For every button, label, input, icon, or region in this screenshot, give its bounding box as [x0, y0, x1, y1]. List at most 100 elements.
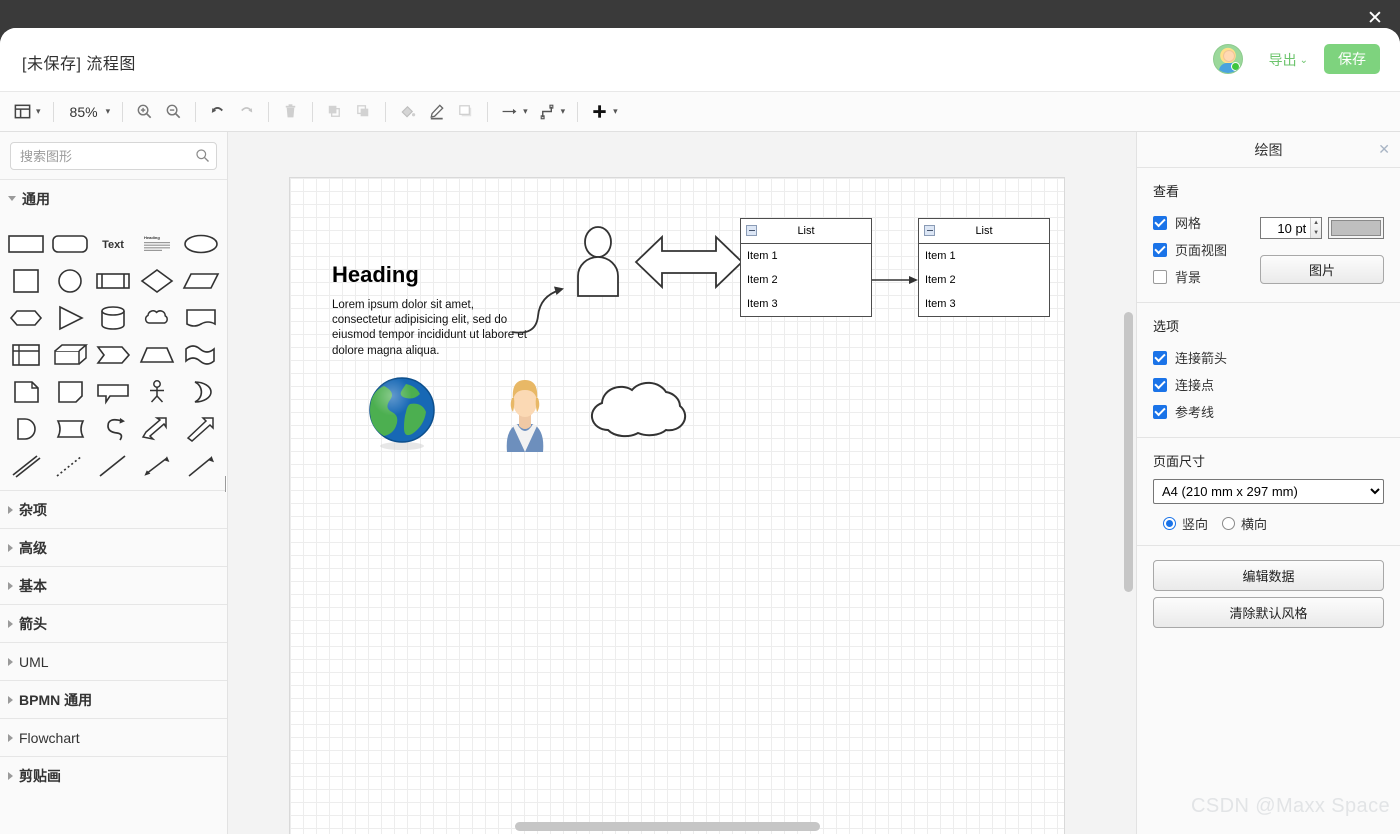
shape-directional-arrow[interactable] — [179, 447, 223, 484]
shape-tape[interactable] — [179, 336, 223, 373]
grid-size-input[interactable] — [1261, 218, 1311, 238]
list-header[interactable]: List — [919, 219, 1049, 244]
waypoints-button[interactable]: ▾ — [533, 98, 571, 126]
collapse-icon[interactable] — [746, 225, 757, 236]
shape-data-storage[interactable] — [4, 410, 48, 447]
insert-button[interactable]: ▾ — [585, 98, 623, 126]
background-checkbox-row[interactable]: 背景 — [1153, 263, 1252, 290]
shape-process[interactable] — [92, 262, 136, 299]
list-item[interactable]: Item 3 — [741, 292, 871, 316]
pageview-checkbox-row[interactable]: 页面视图 — [1153, 236, 1252, 263]
list-header[interactable]: List — [741, 219, 871, 244]
arrow-style-button[interactable]: ▾ — [495, 98, 533, 126]
list-connector-arrow[interactable] — [872, 273, 920, 287]
shape-rounded-rectangle[interactable] — [48, 225, 92, 262]
delete-button[interactable] — [276, 98, 305, 126]
list-item[interactable]: Item 3 — [919, 292, 1049, 316]
background-image-button[interactable]: 图片 — [1260, 255, 1384, 284]
sidebar-item-clipart[interactable]: 剪贴画 — [0, 756, 227, 794]
shape-dotted-line[interactable] — [48, 447, 92, 484]
actor-shape[interactable] — [574, 226, 622, 298]
pageview-checkbox[interactable] — [1153, 242, 1167, 257]
list-item[interactable]: Item 1 — [919, 244, 1049, 268]
shape-plain-line[interactable] — [92, 447, 136, 484]
grid-checkbox-row[interactable]: 网格 — [1153, 209, 1252, 236]
shape-double-line[interactable] — [4, 447, 48, 484]
diagram-heading[interactable]: Heading — [332, 262, 419, 288]
export-button[interactable]: 导出 ⌄ — [1269, 50, 1308, 70]
sidebar-item-advanced[interactable]: 高级 — [0, 528, 227, 566]
send-to-back-button[interactable] — [349, 98, 378, 126]
collapse-icon[interactable] — [924, 225, 935, 236]
landscape-radio-row[interactable]: 横向 — [1222, 514, 1267, 533]
shape-actor[interactable] — [135, 373, 179, 410]
grid-checkbox[interactable] — [1153, 215, 1167, 230]
list-box-right[interactable]: List Item 1 Item 2 Item 3 — [918, 218, 1050, 317]
shape-delay[interactable] — [48, 410, 92, 447]
stepper-buttons[interactable]: ▲ ▼ — [1310, 218, 1321, 238]
globe-clipart[interactable] — [366, 376, 438, 452]
canvas-horizontal-scrollbar[interactable] — [515, 822, 820, 831]
bidirectional-block-arrow-shape[interactable] — [634, 233, 744, 291]
connect-arrows-row[interactable]: 连接箭头 — [1153, 344, 1384, 371]
guides-checkbox[interactable] — [1153, 404, 1167, 419]
portrait-radio-row[interactable]: 竖向 — [1163, 514, 1208, 533]
sidebar-item-arrows[interactable]: 箭头 — [0, 604, 227, 642]
diagram-paragraph[interactable]: Lorem ipsum dolor sit amet, consectetur … — [332, 298, 532, 359]
redo-button[interactable] — [232, 98, 261, 126]
shape-triangle[interactable] — [48, 299, 92, 336]
clear-style-button[interactable]: 清除默认风格 — [1153, 597, 1384, 628]
shape-double-arrow[interactable] — [135, 410, 179, 447]
list-item[interactable]: Item 2 — [741, 268, 871, 292]
zoom-out-button[interactable] — [159, 98, 188, 126]
pagesize-select[interactable]: A4 (210 mm x 297 mm) — [1153, 479, 1384, 504]
fill-color-button[interactable] — [393, 98, 422, 126]
shape-trapezoid[interactable] — [135, 336, 179, 373]
shape-or[interactable] — [179, 373, 223, 410]
background-checkbox[interactable] — [1153, 269, 1167, 284]
list-item[interactable]: Item 2 — [919, 268, 1049, 292]
shape-diamond[interactable] — [135, 262, 179, 299]
grid-size-stepper[interactable]: ▲▼ — [1260, 217, 1322, 239]
sidebar-item-uml[interactable]: UML — [0, 642, 227, 680]
connect-points-row[interactable]: 连接点 — [1153, 371, 1384, 398]
save-button[interactable]: 保存 — [1324, 44, 1380, 74]
list-item[interactable]: Item 1 — [741, 244, 871, 268]
zoom-in-button[interactable] — [130, 98, 159, 126]
sidebar-item-basic[interactable]: 基本 — [0, 566, 227, 604]
businesswoman-clipart[interactable] — [495, 374, 555, 452]
shape-bidirectional-arrow[interactable] — [135, 447, 179, 484]
shape-parallelogram[interactable] — [179, 262, 223, 299]
shape-document[interactable] — [179, 299, 223, 336]
undo-button[interactable] — [203, 98, 232, 126]
connect-points-checkbox[interactable] — [1153, 377, 1167, 392]
shape-circle[interactable] — [48, 262, 92, 299]
sidebar-item-flowchart[interactable]: Flowchart — [0, 718, 227, 756]
shape-callout[interactable] — [92, 373, 136, 410]
cloud-shape[interactable] — [578, 368, 708, 444]
connect-arrows-checkbox[interactable] — [1153, 350, 1167, 365]
shape-step[interactable] — [92, 336, 136, 373]
shape-single-arrow[interactable] — [179, 410, 223, 447]
landscape-radio[interactable] — [1222, 517, 1236, 530]
edit-data-button[interactable]: 编辑数据 — [1153, 560, 1384, 591]
shape-note[interactable] — [4, 373, 48, 410]
shape-ellipse[interactable] — [179, 225, 223, 262]
grid-color-swatch[interactable] — [1328, 217, 1384, 239]
guides-row[interactable]: 参考线 — [1153, 398, 1384, 425]
canvas-area[interactable]: Heading Lorem ipsum dolor sit amet, cons… — [228, 132, 1136, 834]
zoom-level-button[interactable]: 85% ▾ — [61, 98, 116, 126]
shape-cylinder[interactable] — [92, 299, 136, 336]
sidebar-item-misc[interactable]: 杂项 — [0, 490, 227, 528]
portrait-radio[interactable] — [1163, 517, 1176, 530]
bring-to-front-button[interactable] — [320, 98, 349, 126]
sidebar-item-bpmn[interactable]: BPMN 通用 — [0, 680, 227, 718]
diagram-page[interactable]: Heading Lorem ipsum dolor sit amet, cons… — [290, 178, 1064, 834]
canvas-vertical-scrollbar[interactable] — [1124, 312, 1133, 592]
list-box-left[interactable]: List Item 1 Item 2 Item 3 — [740, 218, 872, 317]
search-input[interactable] — [10, 142, 217, 170]
shape-hexagon[interactable] — [4, 299, 48, 336]
shape-textbox[interactable]: Heading — [135, 225, 179, 262]
shape-curve[interactable] — [92, 410, 136, 447]
line-color-button[interactable] — [422, 98, 451, 126]
